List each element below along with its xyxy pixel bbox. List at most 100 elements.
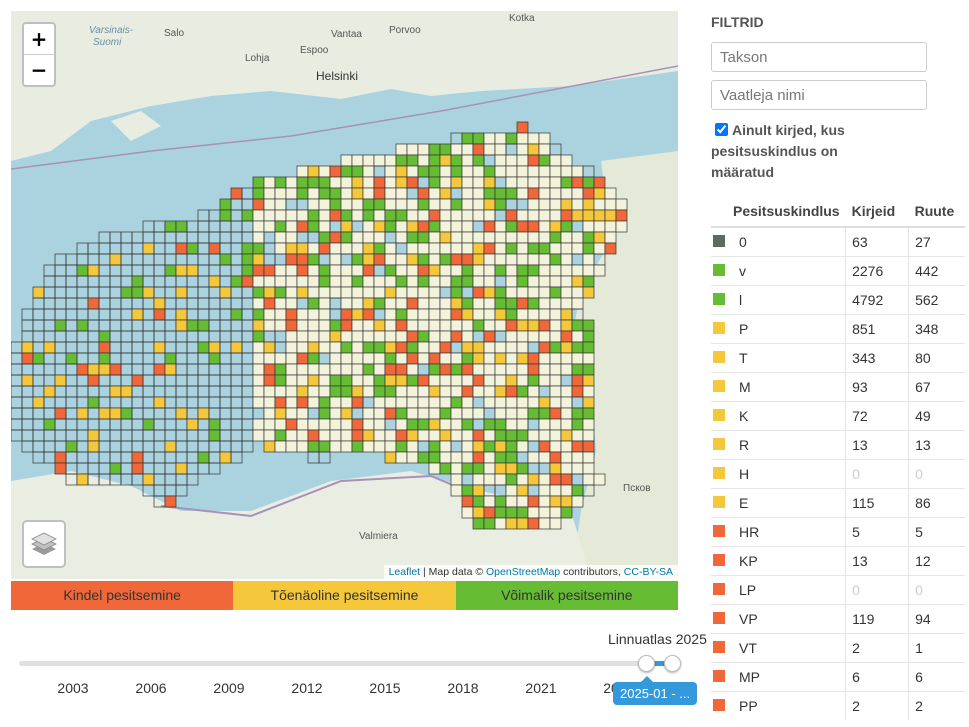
atlas-cell — [296, 209, 309, 222]
atlas-cell — [340, 275, 353, 288]
atlas-cell — [494, 517, 507, 530]
atlas-cell — [164, 286, 177, 299]
license-link[interactable]: CC-BY-SA — [624, 566, 673, 578]
atlas-cell — [11, 407, 23, 420]
table-row: E 115 86 — [711, 488, 966, 518]
atlas-cell — [450, 132, 463, 145]
atlas-cell — [406, 154, 419, 167]
zoom-in-button[interactable]: + — [24, 24, 54, 54]
certainty-checkbox[interactable] — [715, 123, 728, 136]
atlas-cell — [373, 418, 386, 431]
atlas-cell — [362, 165, 375, 178]
atlas-cell — [43, 429, 56, 442]
atlas-cell — [373, 165, 386, 178]
atlas-cell — [450, 308, 463, 321]
map[interactable]: Varsinais- Suomi Salo Lohja Espoo Vantaa… — [11, 11, 678, 579]
atlas-cell — [21, 407, 34, 420]
atlas-cell — [395, 396, 408, 409]
atlas-cell — [494, 220, 507, 233]
atlas-cell — [549, 242, 562, 255]
atlas-cell — [527, 132, 540, 145]
timeline-start-handle[interactable] — [638, 655, 655, 672]
atlas-cell — [406, 187, 419, 200]
atlas-cell — [197, 275, 210, 288]
table-row: 0 63 27 — [711, 226, 966, 257]
atlas-cell — [406, 275, 419, 288]
square-count: 80 — [908, 343, 966, 373]
atlas-cell — [252, 264, 265, 277]
atlas-cell — [516, 264, 529, 277]
atlas-cell — [461, 363, 474, 376]
atlas-cell — [208, 286, 221, 299]
timeline-title: Linnuatlas 2025 — [608, 631, 707, 647]
timeline-track[interactable] — [19, 661, 681, 666]
swatch — [713, 496, 725, 508]
atlas-cell — [54, 363, 67, 376]
atlas-cell — [274, 264, 287, 277]
atlas-cell — [109, 363, 122, 376]
atlas-cell — [351, 187, 364, 200]
atlas-cell — [604, 198, 617, 211]
atlas-cell — [450, 418, 463, 431]
atlas-cell — [219, 374, 232, 387]
atlas-cell — [439, 451, 452, 464]
atlas-cell — [43, 363, 56, 376]
atlas-cell — [263, 198, 276, 211]
atlas-cell — [296, 220, 309, 233]
osm-link[interactable]: OpenStreetMap — [486, 566, 560, 578]
zoom-out-button[interactable]: − — [24, 54, 54, 85]
atlas-cell — [483, 440, 496, 453]
atlas-cell — [373, 286, 386, 299]
atlas-cell — [461, 484, 474, 497]
atlas-cell — [538, 374, 551, 387]
atlas-cell — [428, 319, 441, 332]
atlas-cell — [505, 319, 518, 332]
atlas-cell — [263, 429, 276, 442]
atlas-cell — [11, 418, 23, 431]
atlas-cell — [406, 220, 419, 233]
atlas-cell — [186, 374, 199, 387]
atlas-cell — [43, 407, 56, 420]
breeding-code: l — [731, 285, 846, 315]
atlas-cell — [461, 418, 474, 431]
atlas-cell — [527, 495, 540, 508]
color-swatch — [711, 546, 731, 576]
atlas-cell — [208, 275, 221, 288]
atlas-cell — [362, 220, 375, 233]
atlas-cell — [395, 187, 408, 200]
atlas-cell — [230, 330, 243, 343]
atlas-cell — [274, 385, 287, 398]
atlas-cell — [307, 242, 320, 255]
atlas-cell — [362, 330, 375, 343]
atlas-cell — [428, 209, 441, 222]
layers-button[interactable] — [22, 520, 66, 568]
table-body: 0 63 27 v 2276 442 l 4792 562 P 851 348 T 343 80 M 93 67 K… — [711, 226, 966, 720]
atlas-cell — [263, 418, 276, 431]
atlas-cell — [362, 297, 375, 310]
timeline-end-handle[interactable] — [664, 655, 681, 672]
observer-input[interactable] — [711, 80, 927, 110]
atlas-cell — [32, 385, 45, 398]
leaflet-link[interactable]: Leaflet — [389, 566, 421, 578]
atlas-cell — [197, 286, 210, 299]
atlas-cell — [461, 132, 474, 145]
table-row: VP 119 94 — [711, 604, 966, 634]
atlas-cell — [76, 473, 89, 486]
atlas-cell — [538, 253, 551, 266]
atlas-cell — [186, 319, 199, 332]
atlas-cell — [527, 275, 540, 288]
atlas-cell — [527, 154, 540, 167]
atlas-cell — [252, 253, 265, 266]
atlas-cell — [615, 209, 628, 222]
atlas-cell — [362, 154, 375, 167]
atlas-cell — [230, 275, 243, 288]
atlas-cell — [307, 297, 320, 310]
table-row: M 93 67 — [711, 372, 966, 402]
atlas-cell — [219, 220, 232, 233]
atlas-cell — [318, 264, 331, 277]
atlas-cell — [560, 286, 573, 299]
atlas-cell — [109, 352, 122, 365]
filter-panel: FILTRID Ainult kirjed, kus pesitsuskindl… — [711, 0, 969, 727]
atlas-cell — [252, 319, 265, 332]
taxon-input[interactable] — [711, 42, 927, 72]
